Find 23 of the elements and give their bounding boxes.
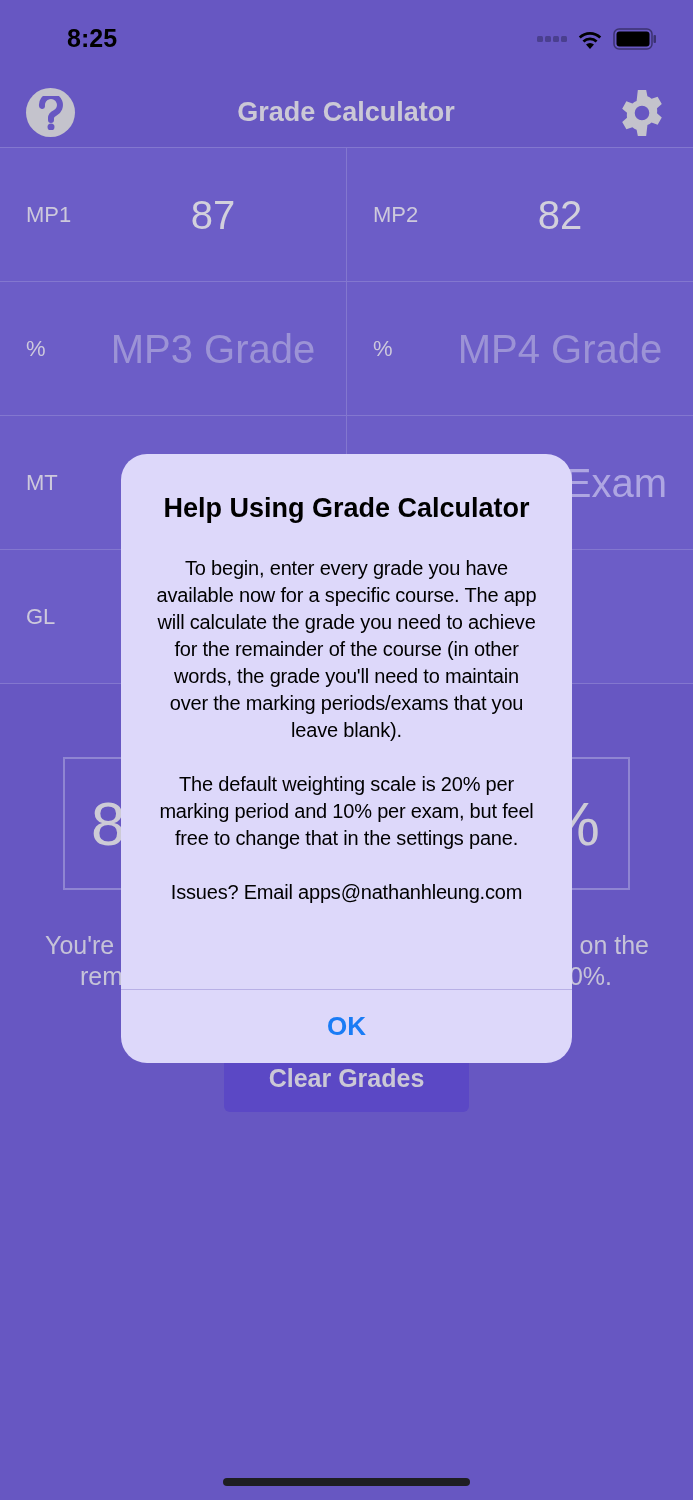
nav-title: Grade Calculator <box>237 96 455 130</box>
dialog-title: Help Using Grade Calculator <box>162 492 531 525</box>
status-time: 8:25 <box>67 23 118 55</box>
battery-icon <box>613 28 657 50</box>
grade-field[interactable]: 87 <box>80 184 346 245</box>
ok-button[interactable]: OK <box>121 989 572 1063</box>
grade-label: GL <box>25 603 57 631</box>
grade-label: MP2 <box>372 201 420 229</box>
grade-label: % <box>372 335 394 363</box>
result-message: rem <box>79 961 124 992</box>
help-icon[interactable] <box>26 88 75 137</box>
grade-field[interactable]: 82 <box>427 184 693 245</box>
dialog-message: Issues? Email apps@nathanhleung.com <box>169 879 524 905</box>
signal-icon <box>537 35 567 43</box>
dialog-message: To begin, enter every grade you have available now for a specific course. The app will calculate the grade you need to achieve for the remainder of the course (in other words, the grade you'll need to maintain over the marking periods/exams that you leave blank). <box>155 555 538 743</box>
wifi-icon <box>577 29 603 49</box>
result-message: on the <box>579 930 650 961</box>
dialog-message: The default weighting scale is 20% per marking period and 10% per exam, but feel free to change that in the settings pane. <box>158 771 535 851</box>
grade-label: % <box>25 335 47 363</box>
grade-label: MT <box>25 469 59 497</box>
result-value: 8 <box>91 788 126 860</box>
grade-label: MP1 <box>25 201 73 229</box>
result-message: You're <box>44 930 116 961</box>
